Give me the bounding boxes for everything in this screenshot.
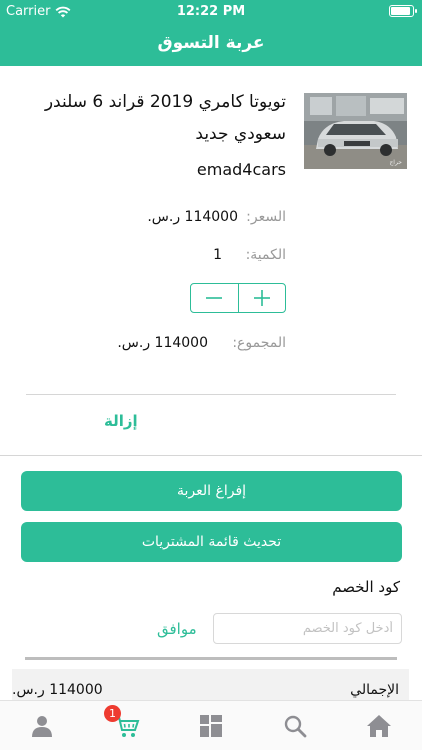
product-title[interactable]: تويوتا كامري 2019 قراند 6 سلندر سعودي جد…: [16, 86, 286, 150]
plus-icon: [253, 290, 270, 306]
decrement-button[interactable]: [191, 284, 238, 312]
tab-search[interactable]: [282, 713, 308, 739]
section-divider: [0, 455, 422, 456]
totals-separator: [25, 657, 397, 660]
navigation-bar: عربة التسوق: [0, 22, 422, 66]
cart-badge: 1: [104, 705, 121, 722]
item-divider: [26, 394, 396, 395]
total-label: الإجمالي: [350, 682, 399, 698]
quantity-value: 1: [213, 247, 222, 263]
price-label: السعر:: [246, 209, 286, 225]
battery-icon: [389, 5, 417, 17]
seller-name: emad4cars: [196, 160, 286, 179]
quantity-stepper[interactable]: [190, 283, 286, 313]
increment-button[interactable]: [237, 284, 286, 312]
coupon-label: كود الخصم: [332, 578, 400, 596]
tab-profile[interactable]: [29, 713, 55, 739]
coupon-apply-button[interactable]: موافق: [157, 620, 197, 638]
product-image[interactable]: حراج: [304, 93, 407, 169]
image-watermark: حراج: [389, 159, 402, 166]
home-icon: [367, 715, 391, 737]
subtotal-value: 114000 ر.س.: [117, 335, 208, 351]
clock: 12:22 PM: [176, 4, 246, 19]
categories-icon: [200, 715, 222, 737]
total-value: 114000 ر.س.: [12, 682, 103, 698]
total-row: الإجمالي 114000 ر.س.: [12, 669, 409, 701]
search-icon: [284, 715, 307, 738]
price-value: 114000 ر.س.: [147, 209, 238, 225]
tab-bar: 1: [0, 700, 422, 750]
profile-icon: [32, 716, 52, 737]
tab-home[interactable]: [366, 713, 392, 739]
quantity-label: الكمية:: [245, 247, 286, 263]
tab-categories[interactable]: [198, 713, 224, 739]
update-cart-button[interactable]: تحديث قائمة المشتريات: [21, 522, 402, 562]
empty-cart-button[interactable]: إفراغ العربة: [21, 471, 402, 511]
status-bar: Carrier 12:22 PM: [0, 0, 422, 22]
subtotal-label: المجموع:: [232, 335, 286, 351]
page-title: عربة التسوق: [157, 33, 265, 53]
coupon-input[interactable]: [213, 613, 402, 644]
remove-item-button[interactable]: إزالة: [104, 412, 138, 430]
minus-icon: [206, 297, 223, 299]
